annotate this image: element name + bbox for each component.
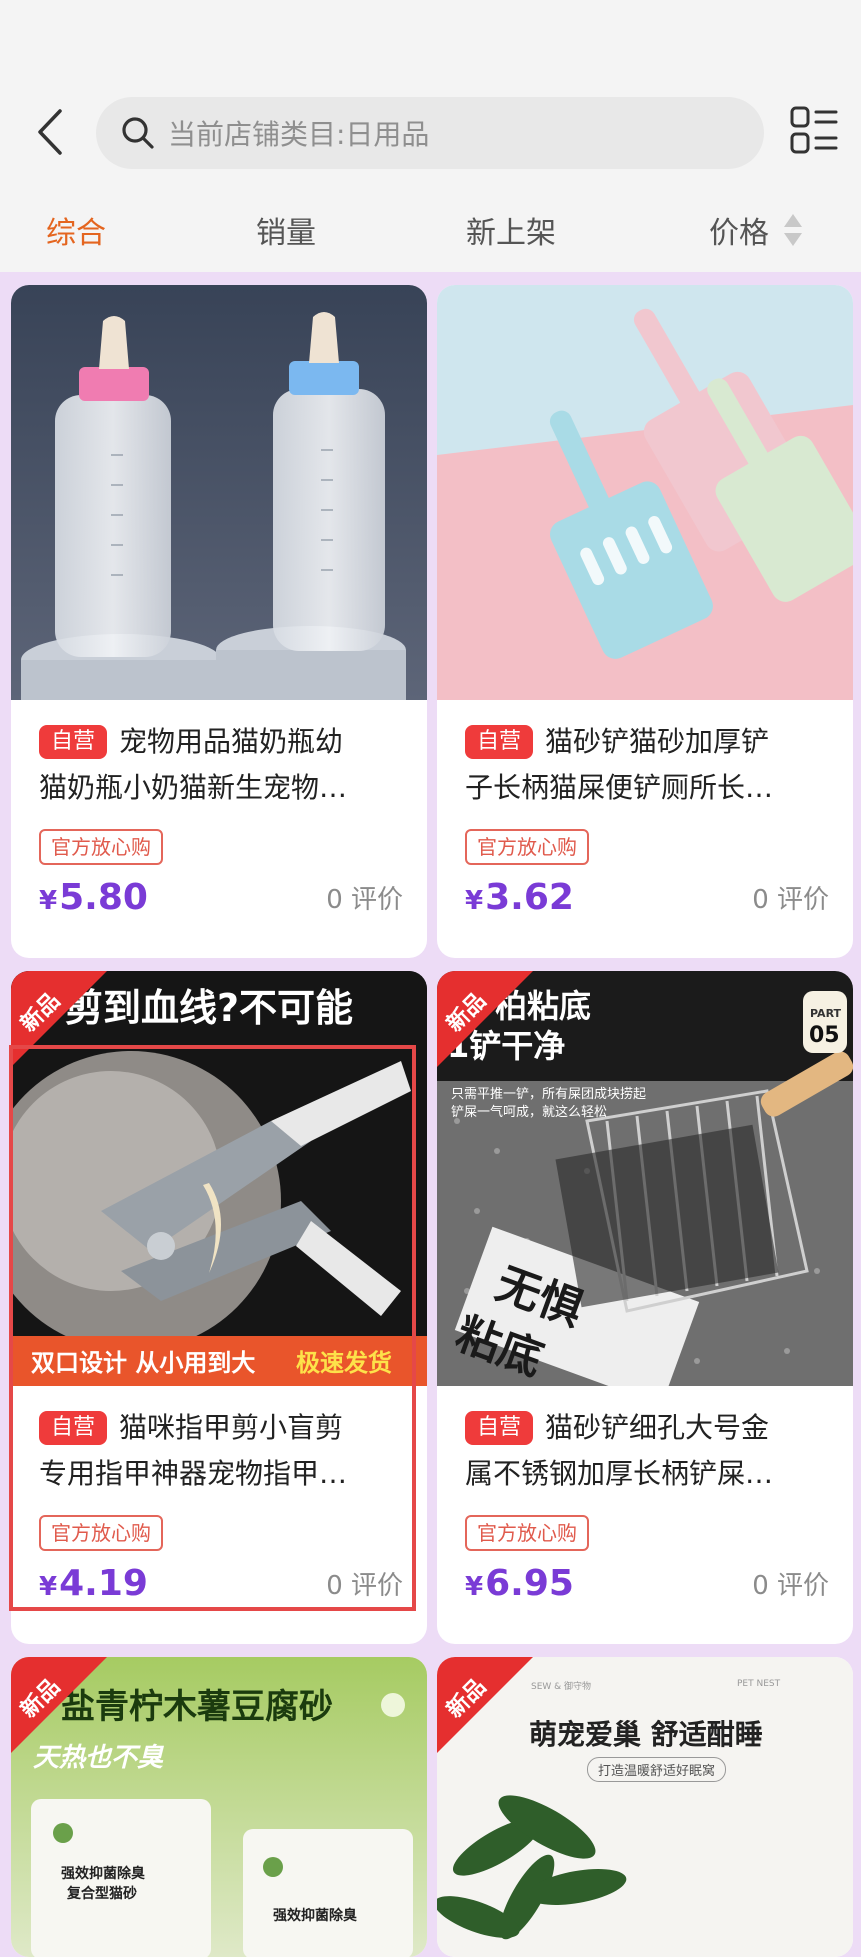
banner-subtext: 打造温暖舒适好眠窝 (587, 1757, 727, 1782)
product-card[interactable]: 剪到血线?不可能 双口设计 从小用到大 极速发货 新品 自营 猫咪指甲剪小盲剪 专… (11, 971, 427, 1644)
product-image[interactable]: 剪到血线?不可能 双口设计 从小用到大 极速发货 新品 (11, 971, 427, 1386)
banner-footer-highlight: 极速发货 (296, 1349, 392, 1377)
list-view-toggle[interactable] (788, 104, 840, 156)
tab-sales[interactable]: 销量 (256, 208, 316, 252)
review-count: 0 评价 (326, 1571, 403, 1601)
product-card[interactable]: 自营 宠物用品猫奶瓶幼 猫奶瓶小奶猫新生宠物… 官方放心购 ¥5.80 0 评价 (11, 285, 427, 958)
review-count: 0 评价 (752, 1571, 829, 1601)
review-count: 0 评价 (326, 885, 403, 915)
product-card[interactable]: SEW & 御守物 PET NEST 萌宠爱巢 舒适酣睡 打造温暖舒适好眠窝 新… (437, 1657, 853, 1957)
product-image[interactable]: 柏粘底 1铲干净 只需平推一铲，所有屎团成块捞起 铲屎一气呵成，就这么轻松 PA… (437, 971, 853, 1386)
product-image[interactable]: SEW & 御守物 PET NEST 萌宠爱巢 舒适酣睡 打造温暖舒适好眠窝 新… (437, 1657, 853, 1957)
pack-label: 强效抑菌除臭 (61, 1866, 145, 1882)
chevron-left-icon (38, 109, 62, 155)
self-operated-badge: 自营 (39, 725, 108, 759)
banner-subtext-2: 铲屎一气呵成，就这么轻松 (451, 1105, 608, 1120)
product-price: ¥4.19 (39, 1563, 148, 1604)
review-count: 0 评价 (752, 885, 829, 915)
product-price: ¥3.62 (465, 877, 574, 918)
search-icon (118, 113, 158, 153)
product-card[interactable]: 盐青柠木薯豆腐砂 天热也不臭 强效抑菌除臭 复合型猫砂 强效抑菌除臭 新品 (11, 1657, 427, 1957)
tab-price[interactable]: 价格 (709, 208, 769, 252)
guarantee-tag: 官方放心购 (465, 1515, 589, 1551)
product-image[interactable]: 盐青柠木薯豆腐砂 天热也不臭 强效抑菌除臭 复合型猫砂 强效抑菌除臭 新品 (11, 1657, 427, 1957)
guarantee-tag: 官方放心购 (465, 829, 589, 865)
brand-text: SEW & 御守物 (531, 1682, 592, 1692)
sort-tabs: 综合 销量 新上架 价格 (0, 200, 861, 260)
product-card[interactable]: 自营 猫砂铲猫砂加厚铲 子长柄猫屎便铲厕所长… 官方放心购 ¥3.62 0 评价 (437, 285, 853, 958)
pack-label-2: 复合型猫砂 (67, 1886, 137, 1902)
banner-headline: 剪到血线?不可能 (65, 986, 354, 1030)
product-card[interactable]: 柏粘底 1铲干净 只需平推一铲，所有屎团成块捞起 铲屎一气呵成，就这么轻松 PA… (437, 971, 853, 1644)
product-price: ¥6.95 (465, 1563, 574, 1604)
product-image[interactable] (437, 285, 853, 700)
header: 当前店铺类目:日用品 综合 销量 新上架 价格 (0, 0, 861, 272)
sort-arrows-icon (784, 214, 802, 246)
product-image[interactable] (11, 285, 427, 700)
product-title[interactable]: 自营 猫砂铲细孔大号金 属不锈钢加厚长柄铲屎… (465, 1405, 835, 1497)
guarantee-tag: 官方放心购 (39, 1515, 163, 1551)
layout-list-icon (790, 106, 838, 154)
self-operated-badge: 自营 (465, 1411, 534, 1445)
search-bar[interactable]: 当前店铺类目:日用品 (96, 97, 764, 169)
banner-subtext: 只需平推一铲，所有屎团成块捞起 (451, 1087, 647, 1102)
product-price: ¥5.80 (39, 877, 148, 918)
product-title[interactable]: 自营 猫砂铲猫砂加厚铲 子长柄猫屎便铲厕所长… (465, 719, 835, 811)
part-label: PART (810, 1007, 842, 1020)
brand-text-2: PET NEST (737, 1679, 781, 1689)
self-operated-badge: 自营 (39, 1411, 108, 1445)
tab-comprehensive[interactable]: 综合 (46, 208, 106, 252)
banner-headline: 萌宠爱巢 舒适酣睡 (529, 1718, 763, 1751)
guarantee-tag: 官方放心购 (39, 829, 163, 865)
product-title[interactable]: 自营 猫咪指甲剪小盲剪 专用指甲神器宠物指甲… (39, 1405, 409, 1497)
tab-new-arrivals[interactable]: 新上架 (466, 208, 556, 252)
search-placeholder: 当前店铺类目:日用品 (168, 118, 430, 151)
product-title[interactable]: 自营 宠物用品猫奶瓶幼 猫奶瓶小奶猫新生宠物… (39, 719, 409, 811)
back-button[interactable] (28, 100, 72, 164)
part-number: 05 (809, 1023, 840, 1048)
self-operated-badge: 自营 (465, 725, 534, 759)
banner-footer-text: 双口设计 从小用到大 (31, 1349, 256, 1377)
pack-label-3: 强效抑菌除臭 (273, 1908, 357, 1924)
